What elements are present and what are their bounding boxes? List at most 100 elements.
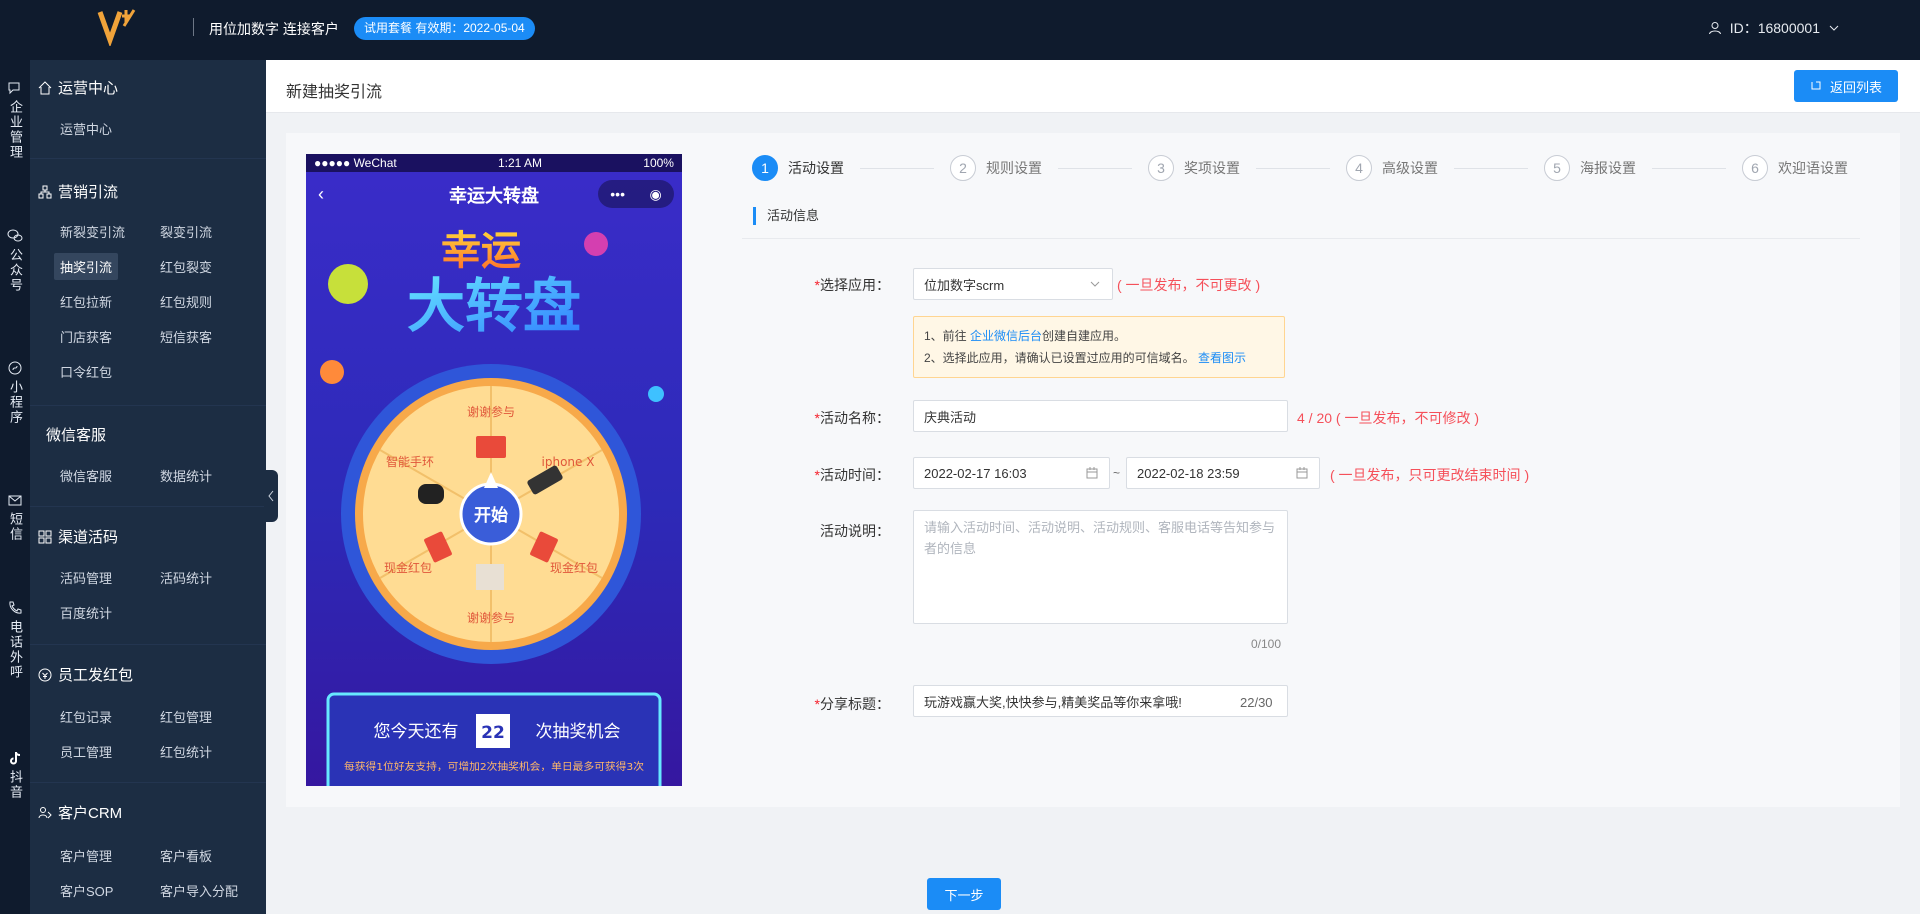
sidebar-item-baidu-stats[interactable]: 百度统计: [60, 603, 112, 622]
sidebar-item-new-fission[interactable]: 新裂变引流: [60, 222, 125, 241]
step-prize-settings[interactable]: 3 奖项设置: [1148, 155, 1240, 181]
step-label: 欢迎语设置: [1778, 160, 1848, 176]
step-connector: [1454, 168, 1528, 169]
step-poster-settings[interactable]: 5 海报设置: [1544, 155, 1636, 181]
prize-label: 智能手环: [386, 454, 434, 469]
sidebar-item-customer-board[interactable]: 客户看板: [160, 846, 212, 865]
step-label: 海报设置: [1580, 160, 1636, 176]
name-label: *活动名称：: [814, 410, 890, 426]
step-rule-settings[interactable]: 2 规则设置: [950, 155, 1042, 181]
sidebar-item-redpacket-rules[interactable]: 红包规则: [160, 292, 212, 311]
sidebar-group-crm[interactable]: 客户CRM: [38, 802, 122, 823]
rail-label: 公众号: [8, 248, 23, 293]
sidebar-item-redpacket-fission[interactable]: 红包裂变: [160, 257, 212, 276]
notice-line-2: 2、选择此应用，请确认已设置过应用的可信域名。 查看图示: [924, 347, 1274, 369]
trial-badge[interactable]: 试用套餐 有效期：2022-05-04: [354, 17, 535, 40]
rail-item-phone[interactable]: 电话外呼: [0, 600, 30, 680]
wizard-steps: 1 活动设置 2 规则设置 3 奖项设置 4 高级设置 5 海报设置 6 欢迎语…: [752, 155, 1852, 183]
rail-item-miniprogram[interactable]: 小程序: [0, 360, 30, 425]
step-activity-settings[interactable]: 1 活动设置: [752, 155, 844, 181]
rail-item-enterprise[interactable]: 企业管理: [0, 80, 30, 160]
sidebar-item-fission[interactable]: 裂变引流: [160, 222, 212, 241]
chance-note: 每获得1位好友支持，可增加2次抽奖机会，单日最多可获得3次: [344, 760, 644, 773]
chevron-down-icon: [1829, 25, 1839, 31]
top-divider: [193, 18, 194, 36]
sidebar-item-lottery[interactable]: 抽奖引流: [54, 253, 119, 280]
sidebar-item-wechat-service[interactable]: 微信客服: [60, 466, 112, 485]
sidebar: 运营中心 运营中心 营销引流 新裂变引流 裂变引流 抽奖引流 红包裂变 红包拉新…: [30, 60, 266, 914]
sidebar-group-operations[interactable]: 运营中心: [38, 77, 118, 98]
module-rail: 企业管理 公众号 小程序 短信 电话外呼 抖音: [0, 60, 30, 914]
sidebar-item-customer-sop[interactable]: 客户SOP: [60, 881, 113, 900]
sidebar-item-password-redpacket[interactable]: 口令红包: [60, 362, 112, 381]
start-time-value: 2022-02-17 16:03: [924, 465, 1027, 481]
step-connector: [860, 168, 934, 169]
sidebar-separator: [30, 506, 266, 507]
rail-item-sms[interactable]: 短信: [0, 492, 30, 542]
share-title-input[interactable]: 玩游戏赢大奖,快快参与,精美奖品等你来拿哦!: [913, 685, 1288, 717]
prize-label: 谢谢参与: [467, 610, 515, 625]
app-select[interactable]: 位加数字scrm: [913, 268, 1113, 300]
start-time-picker[interactable]: 2022-02-17 16:03: [913, 457, 1110, 489]
back-to-list-button[interactable]: 返回列表: [1793, 70, 1898, 102]
wechat-icon: [7, 229, 23, 242]
description-counter: 0/100: [1251, 637, 1282, 651]
end-time-picker[interactable]: 2022-02-18 23:59: [1126, 457, 1320, 489]
sidebar-group-marketing[interactable]: 营销引流: [38, 181, 118, 202]
sidebar-item-redpacket-manage[interactable]: 红包管理: [160, 707, 212, 726]
rail-item-douyin[interactable]: 抖音: [0, 750, 30, 800]
view-diagram-link[interactable]: 查看图示: [1198, 351, 1246, 365]
brand-logo: [97, 9, 136, 46]
mail-icon: [8, 495, 22, 506]
notice-line1-post: 创建自建应用。: [1042, 329, 1127, 343]
sidebar-group-staff-redpacket[interactable]: 员工发红包: [38, 664, 133, 685]
activity-description-textarea[interactable]: 请输入活动时间、活动说明、活动规则、客服电话等告知参与者的信息: [913, 510, 1288, 624]
sidebar-group-title: 营销引流: [58, 184, 119, 201]
prize-label: 现金红包: [550, 560, 598, 575]
sidebar-item-store-acquisition[interactable]: 门店获客: [60, 327, 112, 346]
sidebar-item-redpacket-records[interactable]: 红包记录: [60, 707, 112, 726]
step-label: 奖项设置: [1184, 160, 1240, 176]
desc-label: 活动说明：: [820, 523, 890, 539]
sidebar-group-wechat-service[interactable]: 微信客服: [46, 424, 106, 445]
step-number: 3: [1148, 155, 1174, 181]
app-label: *选择应用：: [814, 277, 890, 293]
user-icon: [1708, 22, 1721, 35]
sidebar-group-channel-code[interactable]: 渠道活码: [38, 526, 118, 547]
sidebar-item-sms-acquisition[interactable]: 短信获客: [160, 327, 212, 346]
sidebar-group-title: 客户CRM: [58, 805, 123, 822]
sidebar-separator: [30, 644, 266, 645]
activity-name-input[interactable]: 庆典活动: [913, 400, 1288, 432]
start-button-label: 开始: [474, 505, 508, 526]
sidebar-item-staff-manage[interactable]: 员工管理: [60, 742, 112, 761]
planet-blue: [648, 386, 664, 402]
step-number: 2: [950, 155, 976, 181]
rail-item-official-account[interactable]: 公众号: [0, 228, 30, 293]
prize-label: 谢谢参与: [467, 404, 515, 419]
step-advanced-settings[interactable]: 4 高级设置: [1346, 155, 1438, 181]
sidebar-item-data-stats[interactable]: 数据统计: [160, 466, 212, 485]
hero-title-main: 大转盘: [407, 272, 581, 340]
home-icon: [38, 80, 52, 94]
rail-label: 抖音: [8, 770, 23, 800]
sidebar-group-title: 渠道活码: [58, 529, 119, 546]
notice-line-1: 1、前往 企业微信后台创建自建应用。: [924, 325, 1274, 347]
sidebar-item-customer-import[interactable]: 客户导入分配: [160, 881, 238, 900]
sidebar-item-code-manage[interactable]: 活码管理: [60, 568, 112, 587]
share-title-counter: 22/30: [1240, 695, 1273, 710]
sidebar-separator: [30, 782, 266, 783]
sidebar-item-code-stats[interactable]: 活码统计: [160, 568, 212, 587]
sidebar-collapse-toggle[interactable]: [264, 470, 278, 522]
step-welcome-settings[interactable]: 6 欢迎语设置: [1742, 155, 1848, 181]
user-menu[interactable]: ID：16800001: [1708, 18, 1840, 38]
sidebar-item-redpacket-stats[interactable]: 红包统计: [160, 742, 212, 761]
share-label-text: 分享标题：: [820, 696, 890, 712]
sidebar-item-redpacket-new[interactable]: 红包拉新: [60, 292, 112, 311]
share-label: *分享标题：: [814, 696, 890, 712]
sidebar-item-customer-manage[interactable]: 客户管理: [60, 846, 112, 865]
time-label-text: 活动时间：: [820, 467, 890, 483]
wecom-admin-link[interactable]: 企业微信后台: [970, 329, 1042, 343]
sidebar-item-operations-center[interactable]: 运营中心: [60, 119, 112, 138]
next-step-button[interactable]: 下一步: [927, 878, 1001, 910]
sitemap-icon: [38, 185, 52, 198]
